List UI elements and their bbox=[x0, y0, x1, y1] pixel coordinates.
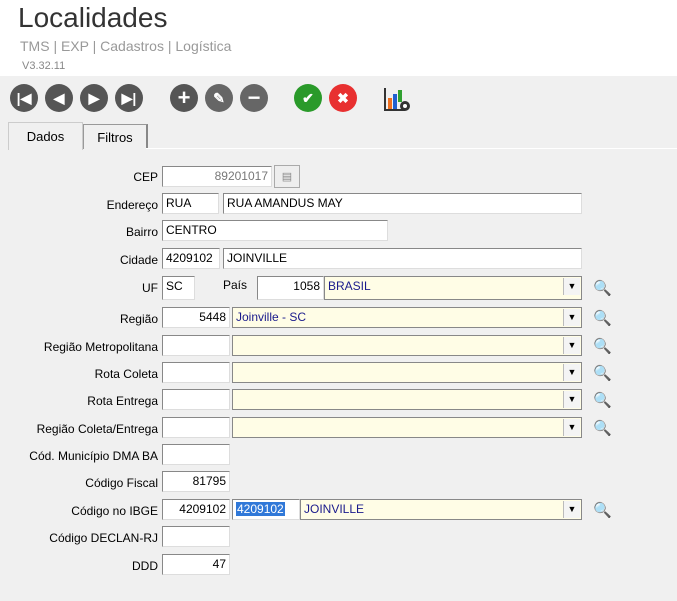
chevron-down-icon: ▼ bbox=[563, 309, 580, 326]
ibge-search-icon[interactable]: 🔍 bbox=[593, 501, 612, 519]
prev-record-button[interactable]: ◀ bbox=[45, 84, 73, 112]
rota-coleta-select[interactable]: ▼ bbox=[232, 362, 582, 383]
regiao-search-icon[interactable]: 🔍 bbox=[593, 309, 612, 327]
ddd-input[interactable]: 47 bbox=[162, 554, 230, 575]
regiao-ce-label: Região Coleta/Entrega bbox=[36, 422, 158, 436]
next-record-button[interactable]: ▶ bbox=[80, 84, 108, 112]
regiao-metro-select[interactable]: ▼ bbox=[232, 335, 582, 356]
pais-search-icon[interactable]: 🔍 bbox=[593, 279, 612, 297]
uf-input[interactable]: SC bbox=[162, 276, 195, 300]
cod-fiscal-label: Código Fiscal bbox=[85, 476, 158, 490]
cod-mun-label: Cód. Município DMA BA bbox=[29, 449, 158, 463]
prev-icon: ◀ bbox=[53, 89, 65, 106]
chevron-down-icon: ▼ bbox=[563, 337, 580, 354]
remove-icon: − bbox=[247, 85, 261, 110]
cidade-code-input[interactable]: 4209102 bbox=[162, 248, 220, 269]
tab-divider bbox=[146, 148, 677, 149]
chart-gear-icon bbox=[384, 88, 410, 111]
ibge-value: JOINVILLE bbox=[304, 502, 365, 516]
ibge-label: Código no IBGE bbox=[71, 504, 158, 518]
chevron-down-icon: ▼ bbox=[563, 501, 580, 518]
rota-coleta-code-input[interactable] bbox=[162, 362, 230, 383]
tab-filtros[interactable]: Filtros bbox=[83, 124, 148, 149]
report-chart-button[interactable] bbox=[383, 86, 411, 112]
pais-code-input[interactable]: 1058 bbox=[257, 276, 324, 300]
rota-entrega-code-input[interactable] bbox=[162, 389, 230, 410]
rota-entrega-label: Rota Entrega bbox=[87, 394, 158, 408]
check-icon: ✔ bbox=[302, 89, 314, 106]
ibge-select[interactable]: JOINVILLE ▼ bbox=[300, 499, 582, 520]
ibge-selected-text: 4209102 bbox=[236, 502, 285, 516]
remove-button[interactable]: − bbox=[240, 84, 268, 112]
version: V3.32.11 bbox=[22, 60, 66, 72]
rota-coleta-label: Rota Coleta bbox=[94, 367, 158, 381]
tab-dados[interactable]: Dados bbox=[8, 122, 83, 150]
endereco-label: Endereço bbox=[106, 198, 158, 212]
last-record-button[interactable]: ▶| bbox=[115, 84, 143, 112]
declan-input[interactable] bbox=[162, 526, 230, 547]
edit-button[interactable]: ✎ bbox=[205, 84, 233, 112]
close-icon: ✖ bbox=[337, 89, 349, 106]
rota-entrega-search-icon[interactable]: 🔍 bbox=[593, 391, 612, 409]
add-button[interactable]: + bbox=[170, 84, 198, 112]
cidade-label: Cidade bbox=[119, 253, 158, 267]
rota-entrega-select[interactable]: ▼ bbox=[232, 389, 582, 410]
first-record-button[interactable]: |◀ bbox=[10, 84, 38, 112]
regiao-ce-code-input[interactable] bbox=[162, 417, 230, 438]
cidade-input[interactable]: JOINVILLE bbox=[223, 248, 582, 269]
tab-label: Dados bbox=[26, 129, 65, 144]
endereco-tipo-input[interactable]: RUA bbox=[162, 193, 219, 214]
declan-label: Código DECLAN-RJ bbox=[49, 531, 158, 545]
cep-lookup-button[interactable]: ▤ bbox=[274, 165, 300, 188]
page-title: Localidades bbox=[18, 2, 168, 33]
cep-input[interactable]: 89201017 bbox=[162, 166, 272, 187]
rota-coleta-search-icon[interactable]: 🔍 bbox=[593, 364, 612, 382]
regiao-metro-search-icon[interactable]: 🔍 bbox=[593, 337, 612, 355]
regiao-select[interactable]: Joinville - SC ▼ bbox=[232, 307, 582, 328]
regiao-value: Joinville - SC bbox=[236, 310, 307, 324]
bairro-input[interactable]: CENTRO bbox=[162, 220, 388, 241]
pais-select[interactable]: BRASIL ▼ bbox=[324, 276, 582, 300]
uf-label: UF bbox=[142, 281, 158, 295]
pais-label: País bbox=[223, 278, 248, 292]
header: Localidades TMS | EXP | Cadastros | Logí… bbox=[0, 0, 677, 76]
add-icon: + bbox=[177, 85, 191, 110]
document-icon: ▤ bbox=[281, 171, 293, 183]
cod-fiscal-input[interactable]: 81795 bbox=[162, 471, 230, 492]
chevron-down-icon: ▼ bbox=[563, 419, 580, 436]
next-icon: ▶ bbox=[88, 89, 100, 106]
ddd-label: DDD bbox=[132, 559, 158, 573]
last-icon: ▶| bbox=[121, 89, 137, 106]
pais-value: BRASIL bbox=[328, 279, 371, 293]
regiao-metro-code-input[interactable] bbox=[162, 335, 230, 356]
chevron-down-icon: ▼ bbox=[563, 364, 580, 381]
cep-label: CEP bbox=[133, 170, 158, 184]
breadcrumb: TMS | EXP | Cadastros | Logística bbox=[20, 38, 232, 54]
cod-mun-input[interactable] bbox=[162, 444, 230, 465]
first-icon: |◀ bbox=[16, 89, 32, 106]
chevron-down-icon: ▼ bbox=[563, 391, 580, 408]
endereco-input[interactable]: RUA AMANDUS MAY bbox=[223, 193, 582, 214]
bairro-label: Bairro bbox=[125, 225, 158, 239]
regiao-ce-select[interactable]: ▼ bbox=[232, 417, 582, 438]
cancel-button[interactable]: ✖ bbox=[329, 84, 357, 112]
regiao-metro-label: Região Metropolitana bbox=[43, 340, 158, 354]
confirm-button[interactable]: ✔ bbox=[294, 84, 322, 112]
chevron-down-icon: ▼ bbox=[563, 278, 580, 295]
regiao-code-input[interactable]: 5448 bbox=[162, 307, 230, 328]
ibge-search-input[interactable]: 4209102 bbox=[232, 499, 300, 520]
ibge-code-input[interactable]: 4209102 bbox=[162, 499, 230, 520]
edit-icon: ✎ bbox=[213, 89, 225, 106]
regiao-label: Região bbox=[119, 312, 158, 326]
regiao-ce-search-icon[interactable]: 🔍 bbox=[593, 419, 612, 437]
tab-label: Filtros bbox=[97, 129, 133, 145]
